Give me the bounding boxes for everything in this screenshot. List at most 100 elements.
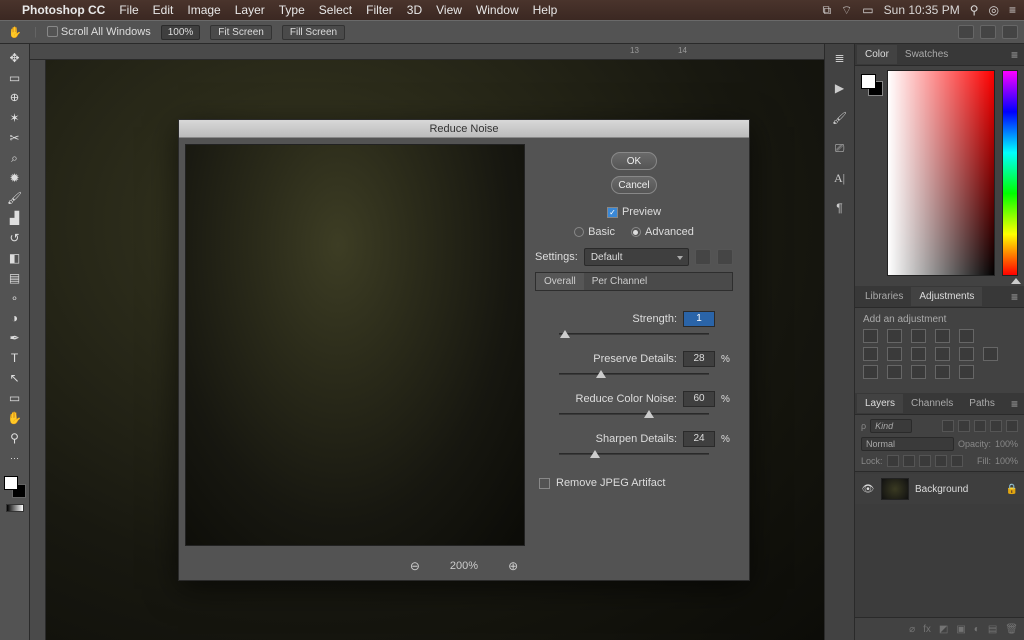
zoom-out-icon[interactable]: ⊖ [410, 559, 420, 573]
adj-invert[interactable] [863, 365, 878, 379]
tab-paths[interactable]: Paths [961, 394, 1003, 413]
tab-adjustments[interactable]: Adjustments [911, 287, 982, 306]
adj-photo[interactable] [935, 347, 950, 361]
adj-hue[interactable] [863, 347, 878, 361]
edit-toolbar-button[interactable]: ⋯ [2, 448, 28, 468]
eraser-tool[interactable]: ◧ [2, 248, 28, 268]
workspace-icon-2[interactable] [980, 25, 996, 39]
filter-adj[interactable] [958, 420, 970, 432]
filter-shape[interactable] [990, 420, 1002, 432]
fill-value[interactable]: 100% [995, 456, 1018, 466]
marquee-tool[interactable]: ▭ [2, 68, 28, 88]
shape-tool[interactable]: ▭ [2, 388, 28, 408]
battery-icon[interactable]: ▭ [862, 3, 873, 17]
tab-layers[interactable]: Layers [857, 394, 903, 413]
preserve-value[interactable]: 28 [683, 351, 715, 367]
wifi-icon[interactable]: ⌔ [841, 3, 852, 18]
paragraph-panel-icon[interactable]: ¶ [832, 200, 848, 216]
menu-file[interactable]: File [119, 3, 138, 17]
adj-curves[interactable] [911, 329, 926, 343]
strength-slider[interactable] [559, 333, 709, 335]
adj-bw[interactable] [911, 347, 926, 361]
tab-libraries[interactable]: Libraries [857, 287, 911, 306]
color-field[interactable] [887, 70, 995, 276]
gradient-tool[interactable]: ▤ [2, 268, 28, 288]
history-brush-tool[interactable]: ↺ [2, 228, 28, 248]
path-tool[interactable]: ↖ [2, 368, 28, 388]
zoom-tool[interactable]: ⚲ [2, 428, 28, 448]
brush-panel-icon[interactable]: 🖌 [832, 110, 848, 126]
lock-pos[interactable] [919, 455, 931, 467]
quick-mask-toggle[interactable] [6, 504, 24, 512]
app-name[interactable]: Photoshop CC [22, 3, 105, 17]
menu-type[interactable]: Type [279, 3, 305, 17]
quick-select-tool[interactable]: ✶ [2, 108, 28, 128]
color-fg-bg[interactable] [861, 74, 883, 96]
zoom-field[interactable]: 100% [161, 25, 201, 40]
dialog-preview[interactable] [185, 144, 525, 546]
healing-tool[interactable]: ✹ [2, 168, 28, 188]
stamp-tool[interactable]: ▟ [2, 208, 28, 228]
link-layers-icon[interactable]: ⌀ [909, 624, 915, 635]
tab-channels[interactable]: Channels [903, 394, 961, 413]
workspace-icon-1[interactable] [958, 25, 974, 39]
cancel-button[interactable]: Cancel [611, 176, 657, 194]
adjustments-panel-menu[interactable]: ≡ [1005, 290, 1024, 304]
color-panel-menu[interactable]: ≡ [1005, 48, 1024, 62]
tab-per-channel[interactable]: Per Channel [584, 273, 656, 290]
new-group-icon[interactable]: ▣ [956, 624, 965, 635]
filter-type[interactable] [974, 420, 986, 432]
share-icon[interactable] [1002, 25, 1018, 39]
strength-value[interactable]: 1 [683, 311, 715, 327]
visibility-icon[interactable]: 👁 [861, 484, 875, 495]
lock-icon[interactable]: 🔒 [1006, 484, 1018, 495]
menu-window[interactable]: Window [476, 3, 519, 17]
filter-pixel[interactable] [942, 420, 954, 432]
menu-extras-icon[interactable]: ≡ [1009, 3, 1016, 17]
lock-trans[interactable] [887, 455, 899, 467]
adj-colorbal[interactable] [887, 347, 902, 361]
menu-image[interactable]: Image [187, 3, 220, 17]
save-settings-icon[interactable] [695, 249, 711, 265]
adj-selcolor[interactable] [959, 365, 974, 379]
color-noise-value[interactable]: 60 [683, 391, 715, 407]
fit-screen-button[interactable]: Fit Screen [210, 25, 272, 40]
layers-panel-menu[interactable]: ≡ [1005, 397, 1024, 411]
scroll-all-checkbox[interactable]: Scroll All Windows [47, 26, 151, 38]
pen-tool[interactable]: ✒ [2, 328, 28, 348]
hand-tool[interactable]: ✋ [2, 408, 28, 428]
fill-screen-button[interactable]: Fill Screen [282, 25, 345, 40]
menu-view[interactable]: View [436, 3, 462, 17]
radio-basic[interactable]: Basic [574, 226, 615, 238]
remove-jpeg-checkbox[interactable]: Remove JPEG Artifact [539, 477, 733, 489]
adj-mixer[interactable] [959, 347, 974, 361]
spotlight-icon[interactable]: ⚲ [970, 3, 979, 17]
tab-overall[interactable]: Overall [536, 273, 584, 290]
delete-layer-icon[interactable]: 🗑 [1005, 624, 1018, 635]
radio-advanced[interactable]: Advanced [631, 226, 694, 238]
menu-filter[interactable]: Filter [366, 3, 393, 17]
layer-thumbnail[interactable] [881, 478, 909, 500]
menu-layer[interactable]: Layer [235, 3, 265, 17]
history-panel-icon[interactable]: ≣ [832, 50, 848, 66]
filter-smart[interactable] [1006, 420, 1018, 432]
adj-lookup[interactable] [983, 347, 998, 361]
menu-help[interactable]: Help [533, 3, 558, 17]
dodge-tool[interactable]: ◑ [2, 308, 28, 328]
lock-pixel[interactable] [903, 455, 915, 467]
lasso-tool[interactable]: ᪠ [2, 88, 28, 108]
sharpen-value[interactable]: 24 [683, 431, 715, 447]
zoom-in-icon[interactable]: ⊕ [508, 559, 518, 573]
hue-slider[interactable] [1002, 70, 1018, 276]
new-adj-icon[interactable]: ◐ [974, 624, 980, 635]
preserve-slider[interactable] [559, 373, 709, 375]
layer-mask-icon[interactable]: ◩ [939, 624, 948, 635]
brush-tool[interactable]: 🖌 [2, 188, 28, 208]
lock-all[interactable] [951, 455, 963, 467]
layer-filter-select[interactable]: Kind [870, 419, 912, 433]
adj-vibrance[interactable] [959, 329, 974, 343]
color-noise-slider[interactable] [559, 413, 709, 415]
play-icon[interactable]: ▶ [832, 80, 848, 96]
move-tool[interactable]: ✥ [2, 48, 28, 68]
type-tool[interactable]: T [2, 348, 28, 368]
